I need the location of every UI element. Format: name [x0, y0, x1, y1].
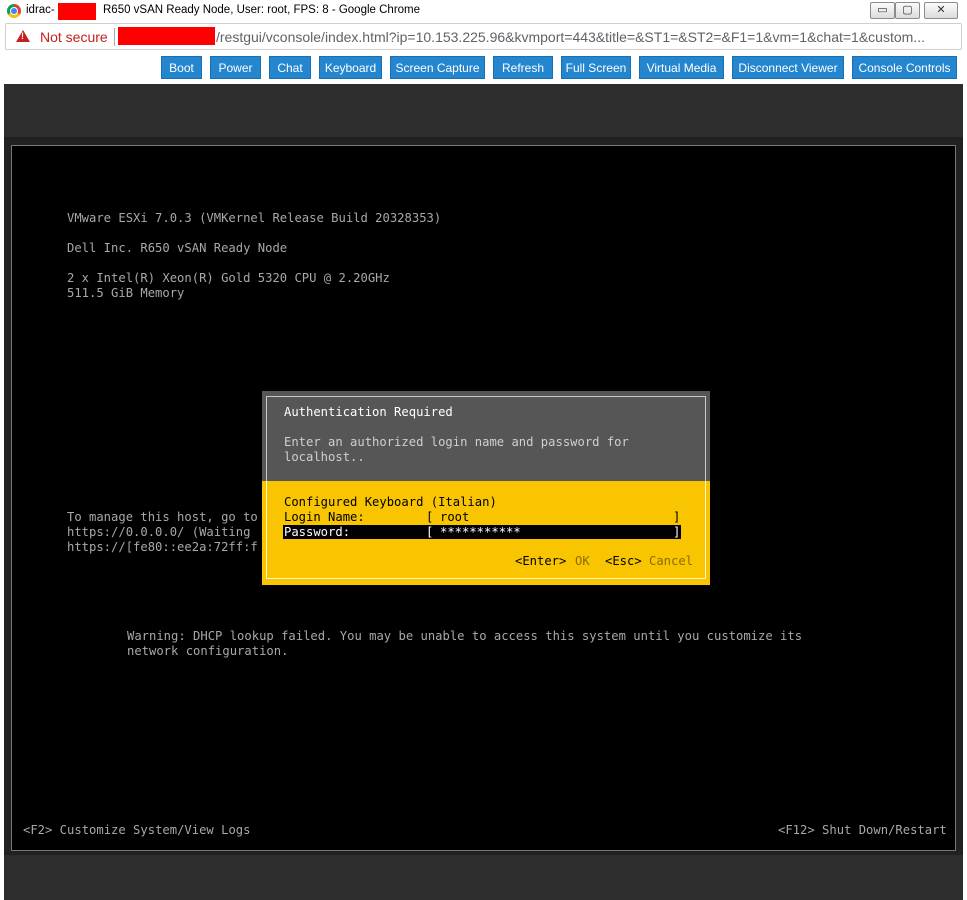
chat-button[interactable]: Chat — [269, 56, 311, 79]
maximize-icon: ▢ — [902, 4, 913, 16]
close-button[interactable]: ✕ — [924, 2, 958, 19]
warning-icon[interactable] — [16, 30, 30, 42]
window-title-prefix: idrac- — [26, 4, 55, 16]
dialog-title: Authentication Required — [284, 405, 453, 419]
enter-key-hint: <Enter> — [515, 554, 567, 568]
dialog-message: Enter an authorized login name and passw… — [284, 435, 629, 449]
window-title: R650 vSAN Ready Node, User: root, FPS: 8… — [103, 4, 421, 16]
address-divider — [114, 28, 115, 46]
url-redaction-box — [118, 27, 215, 45]
console-top-margin — [4, 84, 963, 137]
maximize-button[interactable]: ▢ — [895, 2, 920, 19]
login-bracket-open[interactable]: [ — [426, 510, 433, 524]
keyboard-layout-label: Configured Keyboard (Italian) — [284, 495, 497, 509]
f2-customize-hint: <F2> Customize System/View Logs — [23, 823, 251, 837]
full-screen-button[interactable]: Full Screen — [561, 56, 631, 79]
chrome-icon — [7, 4, 21, 18]
login-name-input[interactable]: root — [440, 510, 469, 524]
boot-button[interactable]: Boot — [161, 56, 202, 79]
close-icon: ✕ — [936, 4, 946, 16]
power-button[interactable]: Power — [210, 56, 261, 79]
minimize-icon: ▭ — [877, 4, 888, 16]
esc-key-hint: <Esc> — [605, 554, 642, 568]
refresh-button[interactable]: Refresh — [493, 56, 553, 79]
password-bracket-open[interactable]: [ — [426, 525, 433, 539]
login-bracket-close[interactable]: ] — [673, 510, 680, 524]
dhcp-warning: Warning: DHCP lookup failed. You may be … — [127, 629, 803, 643]
keyboard-button[interactable]: Keyboard — [319, 56, 382, 79]
password-label: Password: — [284, 525, 351, 539]
disconnect-viewer-button[interactable]: Disconnect Viewer — [732, 56, 844, 79]
manage-url-ipv4: https://0.0.0.0/ (Waiting — [67, 525, 251, 539]
dhcp-warning-cont: network configuration. — [127, 644, 289, 658]
security-indicator[interactable]: Not secure — [40, 29, 108, 45]
dialog-message-cont: localhost.. — [284, 450, 365, 464]
f12-shutdown-hint: <F12> Shut Down/Restart — [778, 823, 947, 837]
virtual-media-button[interactable]: Virtual Media — [639, 56, 724, 79]
manage-instructions: To manage this host, go to — [67, 510, 258, 524]
minimize-button[interactable]: ▭ — [870, 2, 895, 19]
redaction-box — [58, 3, 96, 20]
password-bracket-close[interactable]: ] — [673, 525, 680, 539]
login-name-label: Login Name: — [284, 510, 365, 524]
manage-url-ipv6: https://[fe80::ee2a:72ff:f — [67, 540, 258, 554]
host-vendor: Dell Inc. R650 vSAN Ready Node — [67, 241, 288, 255]
url-text[interactable]: /restgui/vconsole/index.html?ip=10.153.2… — [216, 29, 925, 45]
cpu-info: 2 x Intel(R) Xeon(R) Gold 5320 CPU @ 2.2… — [67, 271, 390, 285]
password-input[interactable]: *********** — [440, 525, 521, 539]
window-edge — [963, 84, 967, 900]
memory-info: 511.5 GiB Memory — [67, 286, 185, 300]
esxi-version: VMware ESXi 7.0.3 (VMKernel Release Buil… — [67, 211, 442, 225]
console-bottom-margin — [4, 855, 963, 900]
console-controls-button[interactable]: Console Controls — [852, 56, 957, 79]
cancel-button[interactable]: Cancel — [649, 554, 693, 568]
screen-capture-button[interactable]: Screen Capture — [390, 56, 485, 79]
ok-button[interactable]: OK — [575, 554, 590, 568]
